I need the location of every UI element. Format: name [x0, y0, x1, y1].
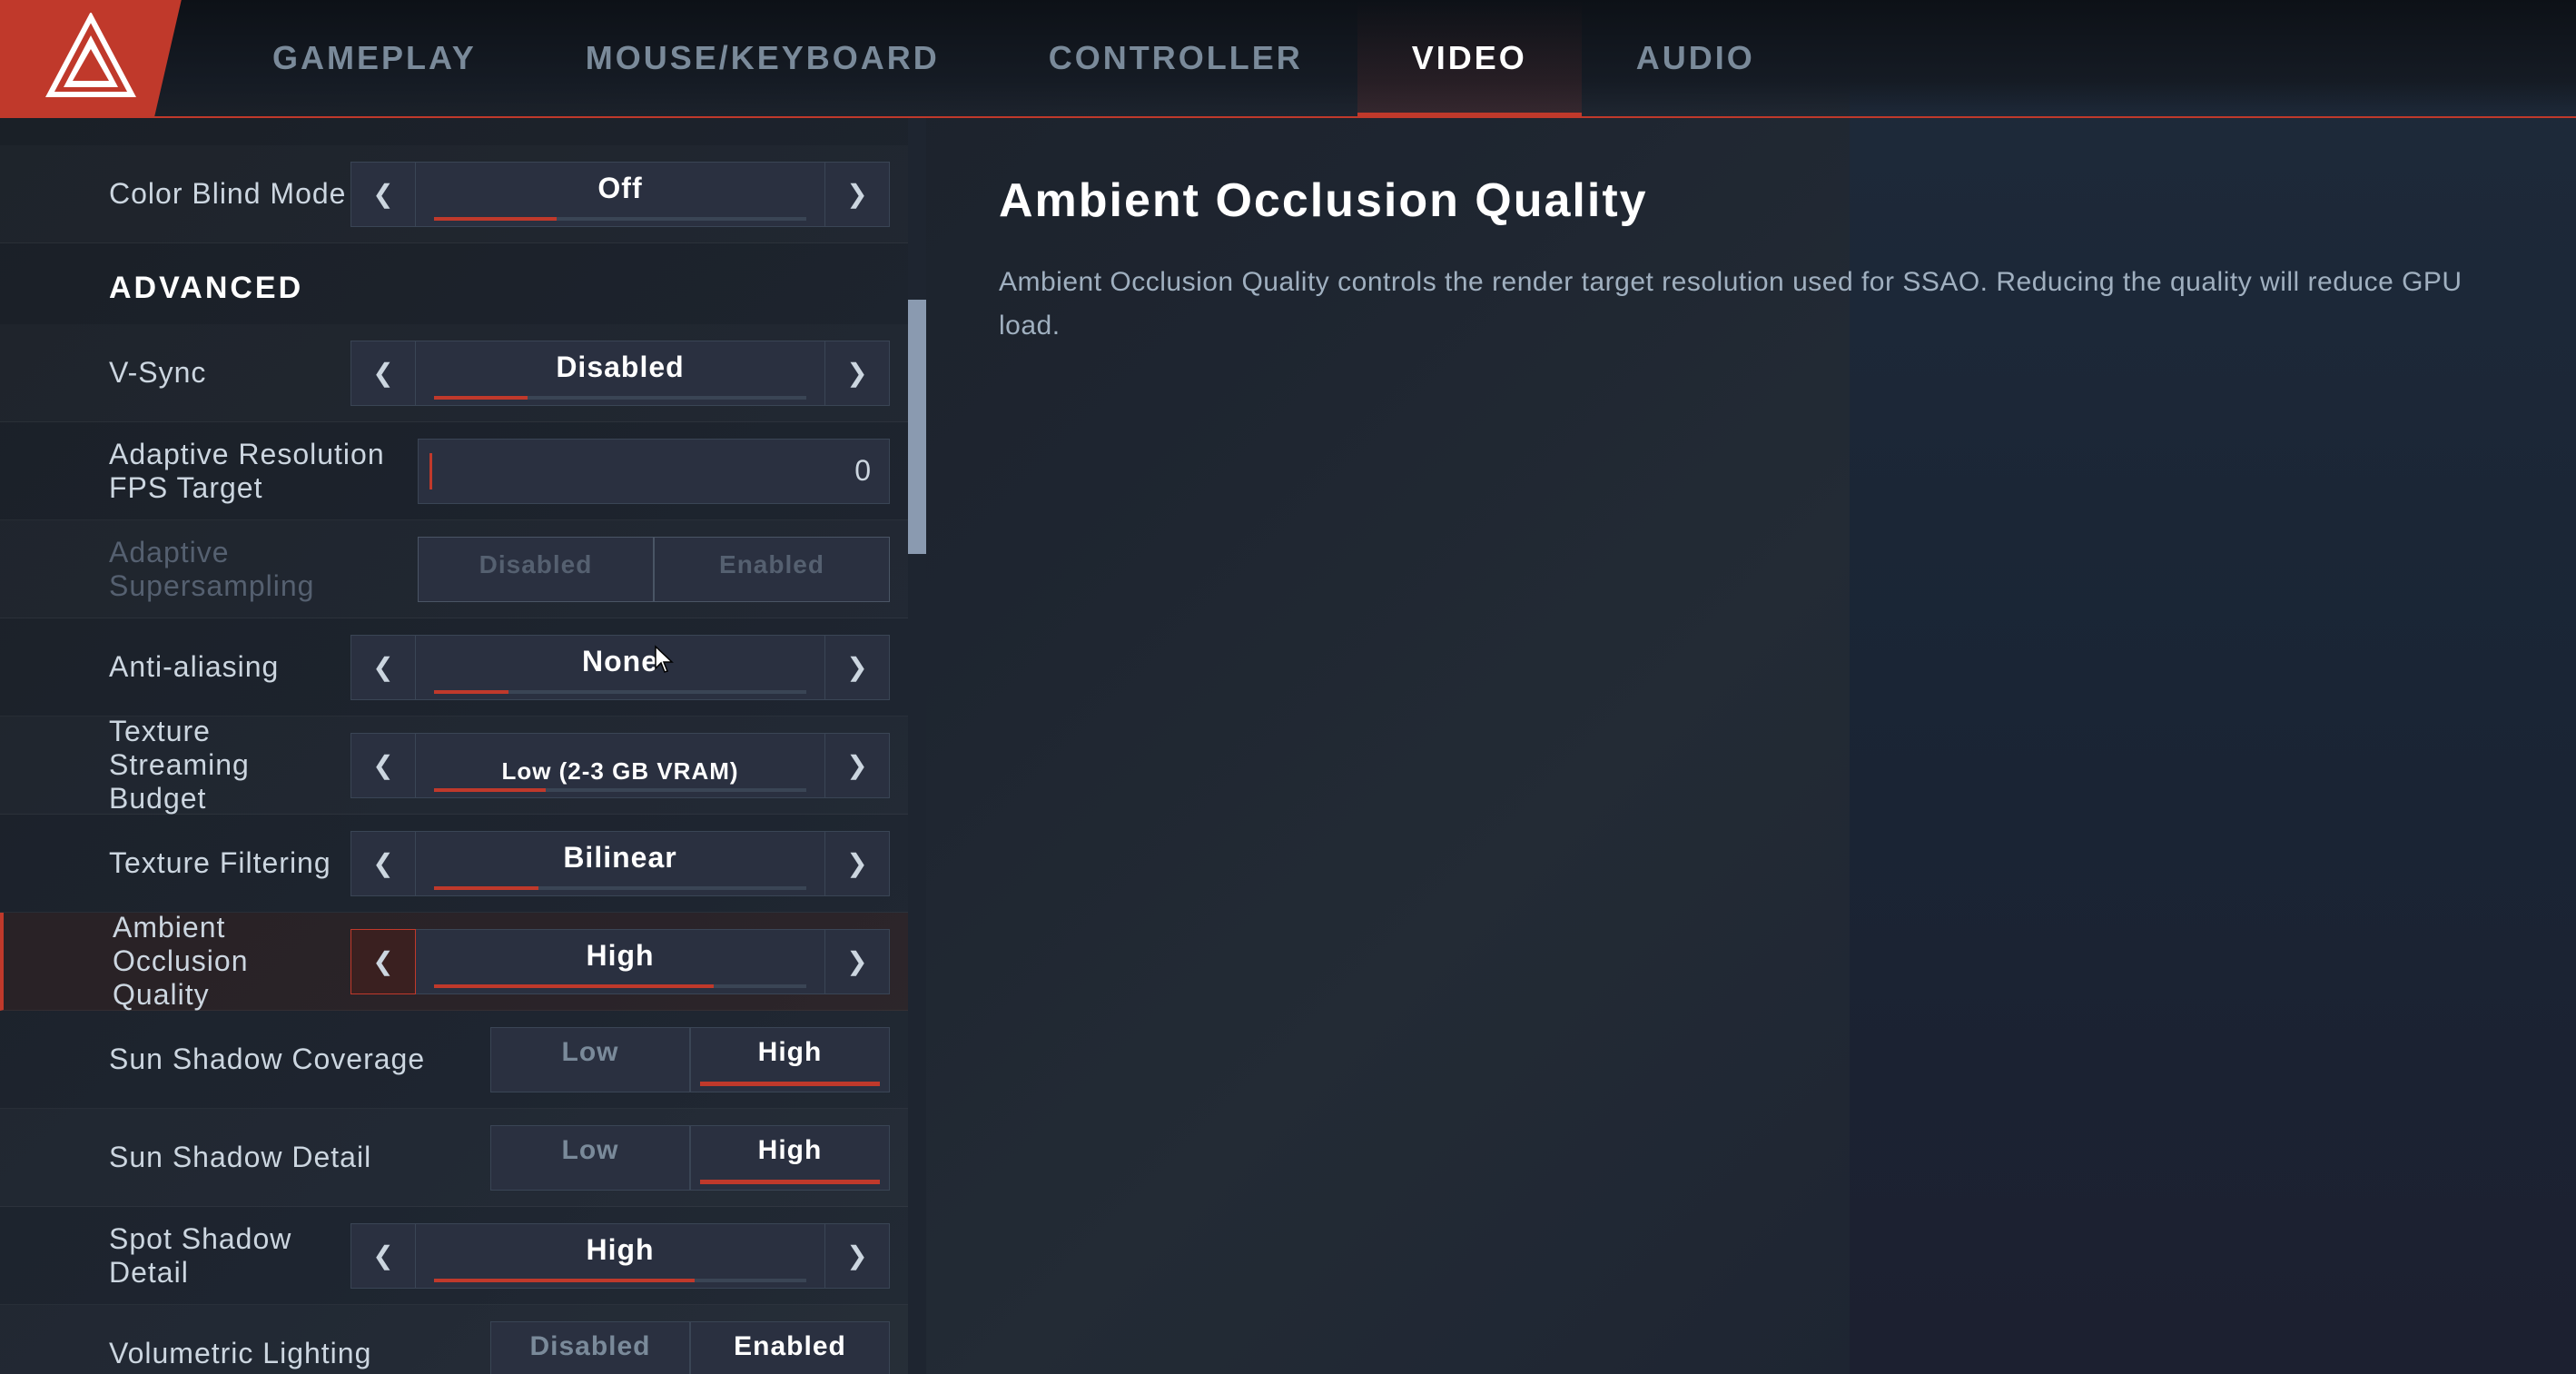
adaptive-resolution-input[interactable]: 0 [418, 439, 890, 504]
info-description: Ambient Occlusion Quality controls the r… [999, 261, 2503, 348]
texture-streaming-row: Texture Streaming Budget ❮ Low (2-3 GB V… [0, 717, 926, 815]
ambient-occlusion-label: Ambient Occlusion Quality [113, 911, 350, 1012]
top-navigation: GAMEPLAY MOUSE/KEYBOARD CONTROLLER VIDEO… [0, 0, 2576, 118]
vsync-next-button[interactable]: ❯ [824, 341, 890, 406]
texture-filtering-row: Texture Filtering ❮ Bilinear ❯ [0, 815, 926, 913]
texture-filtering-value: Bilinear [416, 831, 824, 896]
nav-tabs: GAMEPLAY MOUSE/KEYBOARD CONTROLLER VIDEO… [182, 0, 1846, 116]
adaptive-supersampling-row: Adaptive Supersampling Disabled Enabled [0, 520, 926, 618]
adaptive-resolution-value: 0 [854, 454, 871, 488]
vsync-prev-button[interactable]: ❮ [350, 341, 416, 406]
color-blind-prev-button[interactable]: ❮ [350, 162, 416, 227]
adaptive-supersampling-label: Adaptive Supersampling [109, 536, 418, 603]
anti-aliasing-prev-button[interactable]: ❮ [350, 635, 416, 700]
texture-streaming-value: Low (2-3 GB VRAM) [416, 733, 824, 798]
ambient-occlusion-prev-button[interactable]: ❮ [350, 929, 416, 994]
adaptive-resolution-control: 0 [418, 439, 890, 504]
sun-shadow-detail-label: Sun Shadow Detail [109, 1141, 490, 1174]
anti-aliasing-row: Anti-aliasing ❮ None ❯ [0, 618, 926, 717]
settings-panel: Color Blind Mode ❮ Off ❯ ADVANCED V-Sync… [0, 118, 926, 1374]
spot-shadow-detail-prev-button[interactable]: ❮ [350, 1223, 416, 1289]
info-title: Ambient Occlusion Quality [999, 173, 2503, 229]
color-blind-label: Color Blind Mode [109, 177, 350, 211]
anti-aliasing-value: None [416, 635, 824, 700]
spot-shadow-detail-control: ❮ High ❯ [350, 1223, 890, 1289]
sun-shadow-coverage-label: Sun Shadow Coverage [109, 1043, 490, 1076]
sun-shadow-detail-control: Low High [490, 1125, 890, 1191]
vsync-control: ❮ Disabled ❯ [350, 341, 890, 406]
texture-filtering-prev-button[interactable]: ❮ [350, 831, 416, 896]
logo-area [0, 0, 182, 117]
anti-aliasing-next-button[interactable]: ❯ [824, 635, 890, 700]
adaptive-supersampling-disabled-button[interactable]: Disabled [418, 537, 654, 602]
tab-gameplay[interactable]: GAMEPLAY [218, 0, 531, 116]
ambient-occlusion-row: Ambient Occlusion Quality ❮ High ❯ [0, 913, 926, 1011]
adaptive-supersampling-control: Disabled Enabled [418, 537, 890, 602]
color-blind-control: ❮ Off ❯ [350, 162, 890, 227]
volumetric-lighting-row: Volumetric Lighting Disabled Enabled [0, 1305, 926, 1374]
texture-filtering-label: Texture Filtering [109, 846, 350, 880]
sun-shadow-coverage-low-button[interactable]: Low [490, 1027, 690, 1092]
tab-mouse-keyboard[interactable]: MOUSE/KEYBOARD [531, 0, 994, 116]
adaptive-supersampling-enabled-button[interactable]: Enabled [654, 537, 890, 602]
texture-streaming-prev-button[interactable]: ❮ [350, 733, 416, 798]
texture-filtering-control: ❮ Bilinear ❯ [350, 831, 890, 896]
texture-streaming-next-button[interactable]: ❯ [824, 733, 890, 798]
spot-shadow-detail-value: High [416, 1223, 824, 1289]
spot-shadow-detail-row: Spot Shadow Detail ❮ High ❯ [0, 1207, 926, 1305]
spot-shadow-detail-next-button[interactable]: ❯ [824, 1223, 890, 1289]
color-blind-next-button[interactable]: ❯ [824, 162, 890, 227]
ambient-occlusion-value: High [416, 929, 824, 994]
adaptive-resolution-label: Adaptive Resolution FPS Target [109, 438, 418, 505]
adaptive-resolution-row: Adaptive Resolution FPS Target 0 [0, 422, 926, 520]
sun-shadow-coverage-control: Low High [490, 1027, 890, 1092]
apex-logo [45, 13, 136, 104]
texture-streaming-label: Texture Streaming Budget [109, 715, 350, 816]
scrollbar-track [908, 118, 926, 1374]
tab-audio[interactable]: AUDIO [1582, 0, 1810, 116]
color-blind-value: Off [416, 162, 824, 227]
texture-streaming-control: ❮ Low (2-3 GB VRAM) ❯ [350, 733, 890, 798]
ambient-occlusion-control: ❮ High ❯ [350, 929, 890, 994]
anti-aliasing-control: ❮ None ❯ [350, 635, 890, 700]
volumetric-lighting-control: Disabled Enabled [490, 1321, 890, 1374]
sun-shadow-coverage-high-button[interactable]: High [690, 1027, 890, 1092]
volumetric-lighting-label: Volumetric Lighting [109, 1337, 490, 1370]
spot-shadow-detail-label: Spot Shadow Detail [109, 1222, 350, 1290]
sun-shadow-detail-low-button[interactable]: Low [490, 1125, 690, 1191]
volumetric-lighting-disabled-button[interactable]: Disabled [490, 1321, 690, 1374]
vsync-value: Disabled [416, 341, 824, 406]
volumetric-lighting-enabled-button[interactable]: Enabled [690, 1321, 890, 1374]
tab-controller[interactable]: CONTROLLER [994, 0, 1357, 116]
color-blind-row: Color Blind Mode ❮ Off ❯ [0, 145, 926, 243]
cursor-line [429, 453, 432, 489]
advanced-section-header: ADVANCED [0, 243, 926, 324]
ambient-occlusion-next-button[interactable]: ❯ [824, 929, 890, 994]
anti-aliasing-label: Anti-aliasing [109, 650, 350, 684]
sun-shadow-detail-high-button[interactable]: High [690, 1125, 890, 1191]
vsync-row: V-Sync ❮ Disabled ❯ [0, 324, 926, 422]
scrollbar-thumb[interactable] [908, 300, 926, 554]
tab-video[interactable]: VIDEO [1357, 0, 1582, 116]
main-content: Color Blind Mode ❮ Off ❯ ADVANCED V-Sync… [0, 118, 2576, 1374]
sun-shadow-detail-row: Sun Shadow Detail Low High [0, 1109, 926, 1207]
sun-shadow-coverage-row: Sun Shadow Coverage Low High [0, 1011, 926, 1109]
texture-filtering-next-button[interactable]: ❯ [824, 831, 890, 896]
info-panel: Ambient Occlusion Quality Ambient Occlus… [926, 118, 2576, 1374]
vsync-label: V-Sync [109, 356, 350, 390]
